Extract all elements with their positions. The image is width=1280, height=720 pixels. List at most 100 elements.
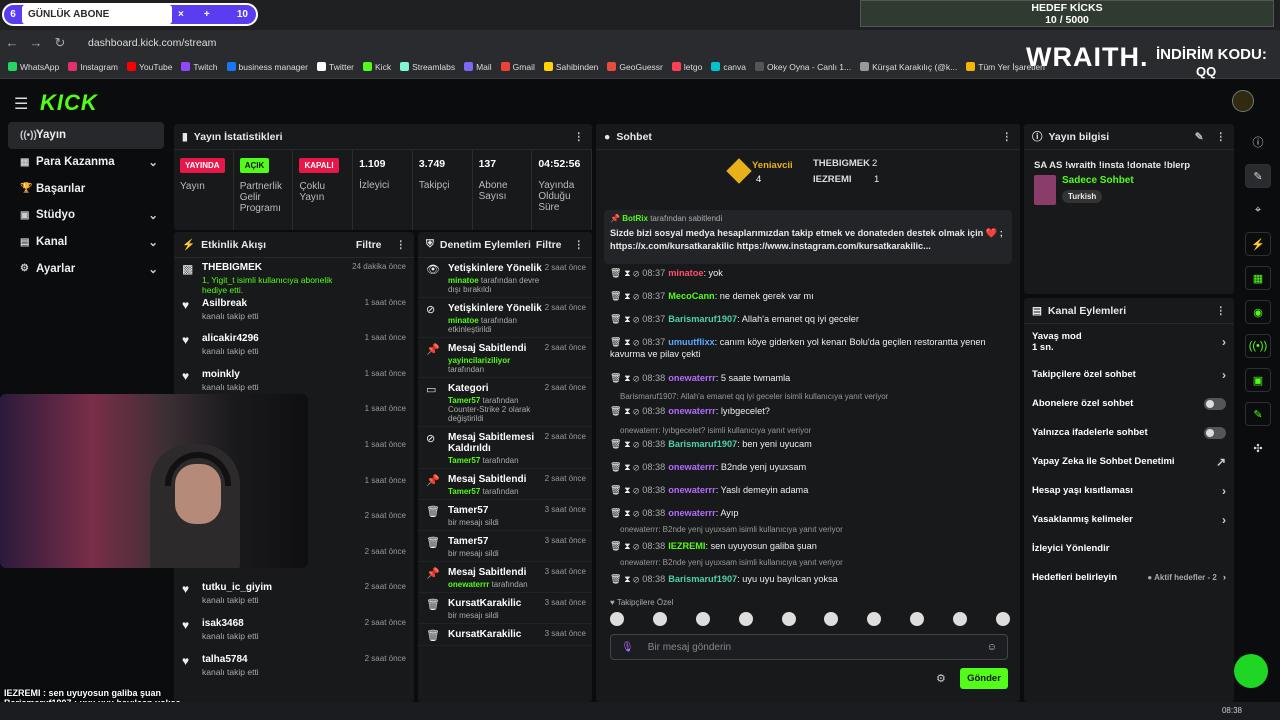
chat-username[interactable]: MecoCann [668,291,714,301]
category-name[interactable]: Sadece Sohbet [1062,175,1134,186]
bookmark[interactable]: canva [711,62,746,72]
close-icon[interactable]: × [178,9,184,20]
sidebar-item-başarılar[interactable]: 🏆 Başarılar [8,175,164,202]
trash-icon[interactable]: 🗑 ⧗ ⊘ [610,439,639,449]
edit-icon[interactable]: ✎ [1245,164,1271,188]
chat-username[interactable]: onewaterrr [668,373,716,383]
emote-icon[interactable] [695,612,710,626]
send-button[interactable]: Gönder [960,668,1008,689]
channel-action-item[interactable]: İzleyici Yönlendir [1024,534,1234,563]
trash-icon[interactable]: 🗑 ⧗ ⊘ [610,291,639,301]
sidebar-item-kanal[interactable]: ▤ Kanal ⌄ [8,229,164,256]
chat-username[interactable]: onewaterrr [668,508,716,518]
chat-username[interactable]: Barismaruf1907 [668,439,737,449]
emote-icon[interactable] [781,612,796,626]
bookmark[interactable]: letgo [671,62,702,72]
chat-username[interactable]: IEZREMI [668,541,705,551]
emoji-icon[interactable]: ☺ [987,642,997,653]
moderation-user[interactable]: minatoe [448,316,479,325]
trash-icon[interactable]: 🗑 ⧗ ⊘ [610,314,639,324]
chat-username[interactable]: umuutflixx [668,337,714,347]
trash-icon[interactable]: 🗑 ⧗ ⊘ [610,373,639,383]
activity-user[interactable]: THEBIGMEK [202,262,352,273]
chat-username[interactable]: minatoe [668,268,703,278]
toggle-switch[interactable] [1204,426,1226,439]
emote-icon[interactable] [610,612,624,626]
puzzle-icon[interactable]: ✣ [1245,436,1271,460]
activity-user[interactable]: alicakir4296 [202,333,365,344]
chat-username[interactable]: onewaterrr [668,462,716,472]
channel-action-item[interactable]: Yasaklanmış kelimeler › [1024,505,1234,534]
activity-user[interactable]: moinkly [202,369,365,380]
save-icon[interactable]: ▣ [1245,368,1271,392]
chat-username[interactable]: Barismaruf1907 [668,574,737,584]
reload-icon[interactable]: ↻ [48,35,72,51]
wrench-icon[interactable]: ✎ [1245,402,1271,426]
info-icon[interactable]: ⓘ [1245,130,1271,154]
sidebar-item-stüdyo[interactable]: ▣ Stüdyo ⌄ [8,202,164,229]
chat-bubble-icon[interactable]: ◉ [1245,300,1271,324]
activity-user[interactable]: talha5784 [202,654,365,665]
bookmark[interactable]: YouTube [127,62,172,72]
bookmark[interactable]: Sahibinden [543,62,598,72]
new-tab-icon[interactable]: + [204,9,210,20]
bookmark[interactable]: Twitch [181,62,218,72]
filter-button[interactable]: Filtre [536,239,562,251]
edit-icon[interactable]: ✎ [1195,131,1204,143]
more-icon[interactable]: ⋮ [574,131,585,143]
channel-action-item[interactable]: Takipçilere özel sohbet › [1024,360,1234,389]
mic-icon[interactable]: 🎙 [621,642,634,653]
moderation-user[interactable]: Tamer57 [448,487,480,496]
activity-user[interactable]: isak3468 [202,618,365,629]
bookmark[interactable]: Okey Oyna - Canlı 1... [755,62,851,72]
trash-icon[interactable]: 🗑 ⧗ ⊘ [610,541,639,551]
sidebar-item-yayın[interactable]: ((•)) Yayın [8,122,164,149]
emote-icon[interactable] [953,612,967,626]
emote-icon[interactable] [652,612,667,626]
toggle-switch[interactable] [1204,397,1226,410]
trash-icon[interactable]: 🗑 ⧗ ⊘ [610,268,639,278]
moderation-user[interactable]: minatoe [448,276,479,285]
moderation-user[interactable]: onewaterrr [448,580,489,589]
bookmark[interactable]: GeoGuessr [607,62,663,72]
more-icon[interactable]: ⋮ [1216,131,1227,143]
channel-action-item[interactable]: Hesap yaşı kısıtlaması › [1024,476,1234,505]
channel-action-item[interactable]: Hedefleri belirleyin ● Aktif hedefler - 2… [1024,563,1234,592]
bookmark[interactable]: WhatsApp [8,62,59,72]
activity-user[interactable]: tutku_ic_giyim [202,582,365,593]
chat-username[interactable]: onewaterrr [668,406,716,416]
bookmark[interactable]: Kürşat Karakılıç (@k... [860,62,957,72]
chat-username[interactable]: Barismaruf1907 [668,314,737,324]
more-icon[interactable]: ⋮ [1002,131,1013,143]
activity-user[interactable]: Asilbreak [202,298,365,309]
emote-icon[interactable] [824,612,839,626]
more-icon[interactable]: ⋮ [574,239,585,251]
trash-icon[interactable]: 🗑 ⧗ ⊘ [610,485,639,495]
bookmark[interactable]: Gmail [500,62,535,72]
channel-action-item[interactable]: Abonelere özel sohbet [1024,389,1234,418]
channel-action-item[interactable]: Yavaş mod 1 sn. › [1024,324,1234,360]
emote-icon[interactable] [738,612,753,626]
bookmark[interactable]: business manager [226,62,308,72]
kick-logo[interactable]: KICK [40,90,98,116]
clipboard-icon[interactable]: ▦ [1245,266,1271,290]
url-field[interactable]: dashboard.kick.com/stream [88,37,216,49]
moderation-user[interactable]: yayincilariziliyor [448,356,510,365]
forward-icon[interactable]: → [24,35,48,50]
more-icon[interactable]: ⋮ [1216,305,1227,317]
chat-input[interactable]: 🎙 Bir mesaj gönderin ☺ [610,634,1008,660]
help-button[interactable] [1234,654,1268,688]
filter-button[interactable]: Filtre [356,239,382,251]
bookmark[interactable]: Mail [464,62,492,72]
emote-icon[interactable] [867,612,882,626]
moderation-user[interactable]: Tamer57 [448,456,480,465]
bookmark[interactable]: Kick [363,62,391,72]
category-thumbnail[interactable] [1034,175,1056,205]
sidebar-item-para-kazanma[interactable]: ▦ Para Kazanma ⌄ [8,149,164,176]
bookmark[interactable]: Twitter [316,62,354,72]
emote-icon[interactable] [995,612,1010,626]
broadcast-icon[interactable]: ((•)) [1245,334,1271,358]
trash-icon[interactable]: 🗑 ⧗ ⊘ [610,462,639,472]
settings-icon[interactable]: ⚙ [936,672,946,685]
trash-icon[interactable]: 🗑 ⧗ ⊘ [610,574,639,584]
